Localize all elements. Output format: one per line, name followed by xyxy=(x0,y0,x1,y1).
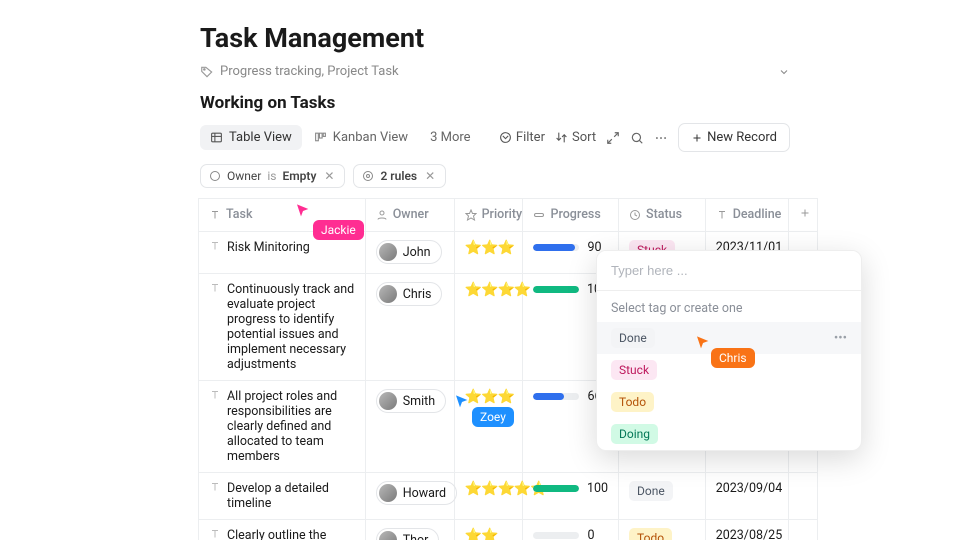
plus-icon xyxy=(691,132,703,144)
active-filters: Owner is Empty ✕ 2 rules ✕ xyxy=(200,164,790,188)
owner-name: John xyxy=(403,245,431,260)
tag-stuck: Stuck xyxy=(611,360,657,380)
owner-name: Thor xyxy=(403,533,429,540)
popup-option-doing[interactable]: Doing xyxy=(597,418,861,450)
progress-cell[interactable]: 90 xyxy=(533,240,608,255)
table-row[interactable]: Clearly outline the boundaries and goals… xyxy=(199,520,818,540)
owner-pill[interactable]: John xyxy=(376,240,442,264)
deadline-text: 2023/08/25 xyxy=(705,520,788,540)
search-icon[interactable] xyxy=(630,131,644,145)
popup-hint: Select tag or create one xyxy=(597,291,861,322)
avatar xyxy=(379,285,397,303)
expand-icon[interactable] xyxy=(606,131,620,145)
tag-icon xyxy=(200,65,214,79)
text-icon xyxy=(209,389,221,401)
col-task[interactable]: Task xyxy=(199,199,366,232)
col-owner[interactable]: Owner xyxy=(365,199,454,232)
owner-pill[interactable]: Howard xyxy=(376,481,457,505)
tag-done: Done xyxy=(611,328,655,348)
chevron-down-icon[interactable] xyxy=(778,66,790,78)
owner-name: Howard xyxy=(403,486,446,501)
tab-kanban-view[interactable]: Kanban View xyxy=(304,125,418,150)
priority-stars[interactable]: ⭐⭐⭐ xyxy=(465,240,514,256)
popup-search-input[interactable] xyxy=(597,251,861,290)
text-icon xyxy=(209,528,221,540)
priority-stars[interactable]: ⭐⭐⭐ xyxy=(465,389,514,405)
filter-chip-owner[interactable]: Owner is Empty ✕ xyxy=(200,164,345,188)
progress-value: 0 xyxy=(587,528,594,540)
owner-pill[interactable]: Chris xyxy=(376,282,443,306)
owner-pill[interactable]: Smith xyxy=(376,389,446,413)
more-icon[interactable] xyxy=(654,131,668,145)
text-icon xyxy=(209,282,221,294)
filter-icon xyxy=(499,131,512,144)
task-text: Continuously track and evaluate project … xyxy=(227,282,355,372)
text-icon xyxy=(209,481,221,493)
views-more[interactable]: 3 More xyxy=(420,125,480,150)
avatar xyxy=(379,243,397,261)
table-row[interactable]: Develop a detailed timeline Howard ⭐⭐⭐⭐⭐… xyxy=(199,473,818,520)
section-title: Working on Tasks xyxy=(200,93,790,113)
text-icon xyxy=(209,240,221,252)
deadline-text: 2023/09/04 xyxy=(705,473,788,520)
status-badge[interactable]: Todo xyxy=(629,528,672,540)
progress-cell[interactable]: 0 xyxy=(533,528,608,540)
avatar xyxy=(379,392,397,410)
col-status[interactable]: Status xyxy=(619,199,706,232)
priority-stars[interactable]: ⭐⭐ xyxy=(465,528,498,540)
col-deadline[interactable]: Deadline xyxy=(705,199,788,232)
filter-button[interactable]: Filter xyxy=(499,130,545,145)
page-title: Task Management xyxy=(200,22,790,54)
kanban-icon xyxy=(314,131,327,144)
text-icon xyxy=(716,209,728,221)
popup-option-todo[interactable]: Todo xyxy=(597,386,861,418)
progress-value: 100 xyxy=(587,481,608,496)
star-icon xyxy=(465,209,477,221)
task-text: All project roles and responsibilities a… xyxy=(227,389,355,464)
sort-button[interactable]: Sort xyxy=(555,130,596,145)
text-icon xyxy=(209,209,221,221)
owner-name: Smith xyxy=(403,394,435,409)
subtitle-row: Progress tracking, Project Task xyxy=(200,64,790,79)
user-icon xyxy=(376,209,388,221)
tag-doing: Doing xyxy=(611,424,658,444)
avatar xyxy=(379,484,397,502)
avatar xyxy=(379,531,397,540)
tags-line: Progress tracking, Project Task xyxy=(220,64,399,79)
toolbar: Table View Kanban View 3 More Filter Sor… xyxy=(200,123,790,152)
task-text: Risk Minitoring xyxy=(227,240,310,255)
col-priority[interactable]: Priority xyxy=(454,199,523,232)
owner-name: Chris xyxy=(403,287,432,302)
close-icon[interactable]: ✕ xyxy=(322,169,336,183)
status-badge[interactable]: Done xyxy=(629,481,673,501)
status-popup: Select tag or create one Done ••• Stuck Tod… xyxy=(596,250,862,451)
status-icon xyxy=(629,209,641,221)
owner-pill[interactable]: Thor xyxy=(376,528,440,540)
task-text: Develop a detailed timeline xyxy=(227,481,355,511)
popup-option-stuck[interactable]: Stuck xyxy=(597,354,861,386)
popup-option-done[interactable]: Done ••• xyxy=(597,322,861,354)
tag-todo: Todo xyxy=(611,392,654,412)
more-icon[interactable]: ••• xyxy=(834,331,847,346)
priority-stars[interactable]: ⭐⭐⭐⭐ xyxy=(465,282,531,298)
progress-icon xyxy=(533,209,545,221)
sort-icon xyxy=(555,131,568,144)
rules-icon xyxy=(362,170,374,182)
table-icon xyxy=(210,131,223,144)
col-add[interactable] xyxy=(789,199,818,232)
col-progress[interactable]: Progress xyxy=(523,199,619,232)
filter-chip-rules[interactable]: 2 rules ✕ xyxy=(353,164,446,188)
close-icon[interactable]: ✕ xyxy=(423,169,437,183)
plus-icon xyxy=(799,207,811,219)
tab-table-view[interactable]: Table View xyxy=(200,125,302,150)
task-text: Clearly outline the boundaries and goals xyxy=(227,528,355,540)
owner-filter-icon xyxy=(209,170,221,182)
new-record-button[interactable]: New Record xyxy=(678,123,790,152)
